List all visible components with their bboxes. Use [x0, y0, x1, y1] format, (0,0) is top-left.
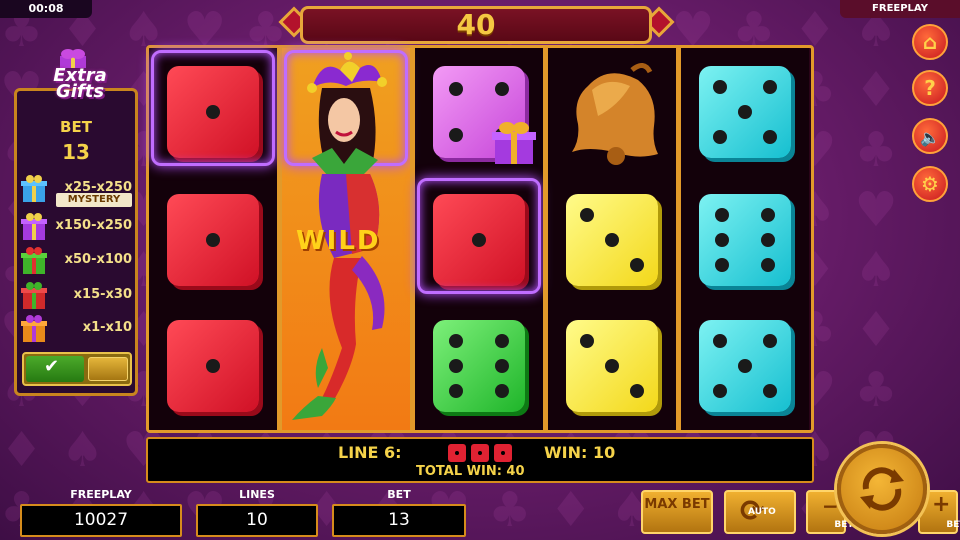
mini-red-die	[448, 444, 466, 462]
gift-row: x15-x30	[20, 281, 134, 311]
gift-range: x1-x10	[82, 320, 132, 335]
bet-label: BET	[387, 488, 411, 501]
reel-cell	[681, 176, 809, 296]
yellow-die-3	[566, 320, 658, 412]
plus-icon: +	[932, 492, 951, 517]
total-win-label: TOTAL WIN: 40	[416, 464, 525, 479]
reel-3	[415, 48, 543, 430]
reel-cell	[415, 48, 543, 168]
reel-cell	[415, 302, 543, 422]
gift-bet-value: 13	[62, 140, 90, 164]
reel-cell	[681, 48, 809, 168]
extra-gifts-toggle[interactable]: ✔	[22, 352, 132, 386]
max-bet-button[interactable]: MAX BET	[641, 490, 713, 534]
win-info-bar: LINE 6: WIN: 10 TOTAL WIN: 40	[146, 437, 814, 483]
gift-bet-label: BET	[60, 118, 92, 136]
freeplay-label: FREEPLAY	[70, 488, 132, 501]
mini-red-die	[494, 444, 512, 462]
freeplay-stat: FREEPLAY 10027	[20, 488, 182, 538]
gift-row: x150-x250	[20, 212, 134, 242]
cyan-die-5	[699, 66, 791, 158]
checkmark-icon: ✔	[44, 356, 60, 377]
cyan-die-5	[699, 320, 791, 412]
line-symbols	[448, 443, 518, 462]
orange-gift-icon	[21, 315, 47, 342]
lines-value[interactable]: 10	[196, 504, 318, 537]
spin-arrows-icon	[860, 467, 904, 511]
mini-red-die	[471, 444, 489, 462]
red-die-1	[167, 66, 259, 158]
gift-box-icon	[492, 122, 536, 164]
sound-button[interactable]: 🔈	[912, 118, 948, 154]
reel-cell	[548, 302, 676, 422]
auto-button[interactable]: ⟳ AUTO	[724, 490, 796, 534]
extra-gifts-title: Extra Gifts	[53, 65, 107, 102]
line-label: LINE 6:	[338, 443, 402, 462]
purple-gift-icon	[21, 213, 47, 240]
help-button[interactable]: ?	[912, 70, 948, 106]
red-gift-icon	[21, 282, 47, 309]
bet-value[interactable]: 13	[332, 504, 466, 537]
bet-stat: BET 13	[332, 488, 466, 538]
gift-range: x150-x250	[55, 218, 132, 233]
reel-5	[681, 48, 809, 430]
bet-plus-label: BET	[946, 520, 960, 530]
reel-cell	[548, 48, 676, 168]
line-win-label: WIN: 10	[544, 443, 616, 462]
reel-cell	[681, 302, 809, 422]
auto-label: AUTO	[748, 507, 776, 517]
home-icon: ⌂	[922, 30, 938, 54]
home-button[interactable]: ⌂	[912, 24, 948, 60]
blue-gift-icon	[21, 175, 47, 202]
red-die-1	[167, 194, 259, 286]
wild-label: WILD	[296, 226, 381, 256]
cyan-die-6	[699, 194, 791, 286]
lines-label: LINES	[239, 488, 275, 501]
question-icon: ?	[924, 76, 936, 100]
mode-label: FREEPLAY	[840, 0, 960, 18]
minus-icon: −	[822, 494, 839, 518]
reel-cell	[149, 48, 277, 168]
gift-row: x50-x100	[20, 246, 134, 276]
lines-stat: LINES 10	[196, 488, 318, 538]
red-die-1	[433, 194, 525, 286]
reel-cell	[548, 176, 676, 296]
mystery-tag: MYSTERY	[56, 193, 132, 207]
clock: 00:08	[0, 0, 92, 18]
gift-row: x1-x10	[20, 314, 134, 344]
win-banner: 40	[300, 6, 652, 44]
gear-icon: ⚙	[921, 172, 939, 196]
red-die-1	[167, 320, 259, 412]
green-gift-icon	[21, 247, 47, 274]
yellow-die-3	[566, 194, 658, 286]
reel-1	[149, 48, 277, 430]
toggle-knob	[88, 357, 128, 381]
freeplay-balance: 10027	[20, 504, 182, 537]
reel-cell	[149, 302, 277, 422]
reel-2: WILD	[282, 48, 410, 430]
reel-4	[548, 48, 676, 430]
gift-range: x50-x100	[64, 252, 132, 267]
mute-speaker-icon: 🔈	[920, 128, 940, 147]
reel-cell	[149, 176, 277, 296]
spin-button[interactable]	[837, 444, 927, 534]
green-die-6	[433, 320, 525, 412]
reel-cell	[415, 176, 543, 296]
gift-range: x15-x30	[73, 287, 132, 302]
bell-icon	[572, 63, 658, 165]
settings-button[interactable]: ⚙	[912, 166, 948, 202]
